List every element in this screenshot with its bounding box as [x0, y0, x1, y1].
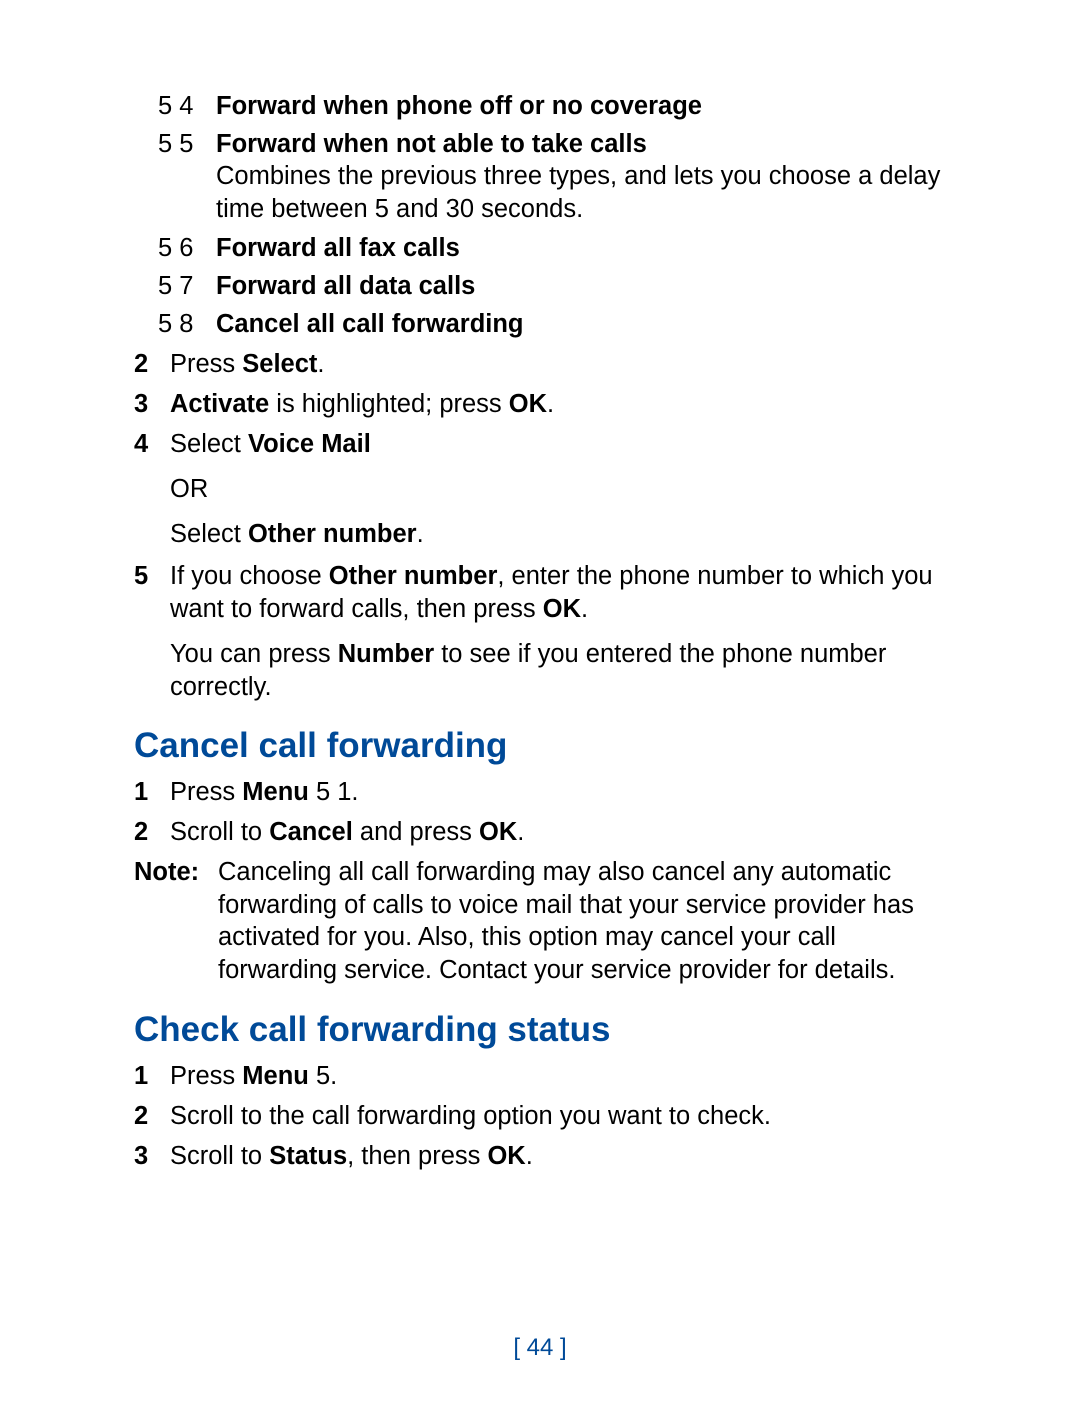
note-label: Note:	[134, 856, 174, 889]
manual-page: 5 4 Forward when phone off or no coverag…	[0, 0, 1080, 1412]
step-number: 1	[134, 776, 174, 809]
menu-item-title: Forward all data calls	[216, 270, 952, 303]
section-heading-check-status: Check call forwarding status	[134, 1008, 611, 1053]
step-text: Scroll to Status, then press OK.	[170, 1140, 952, 1173]
step-text: Select Voice Mail	[170, 428, 952, 461]
step-text: If you choose Other number, enter the ph…	[170, 560, 952, 625]
step-number: 2	[134, 348, 174, 381]
step-number: 3	[134, 388, 174, 421]
step-text: Select Other number.	[170, 518, 952, 551]
step-text: Press Menu 5.	[170, 1060, 952, 1093]
menu-item-title: Forward when phone off or no coverage	[216, 90, 952, 123]
step-number: 1	[134, 1060, 174, 1093]
section-heading-cancel: Cancel call forwarding	[134, 724, 507, 769]
step-text: Scroll to the call forwarding option you…	[170, 1100, 952, 1133]
menu-code: 5 4	[158, 90, 210, 123]
page-number: [ 44 ]	[0, 1333, 1080, 1364]
step-text: Press Select.	[170, 348, 952, 381]
step-number: 3	[134, 1140, 174, 1173]
step-text-or: OR	[170, 473, 952, 506]
menu-item-title: Forward all fax calls	[216, 232, 952, 265]
step-number: 4	[134, 428, 174, 461]
menu-code: 5 5	[158, 128, 210, 161]
step-text: Press Menu 5 1.	[170, 776, 952, 809]
step-text: Scroll to Cancel and press OK.	[170, 816, 952, 849]
menu-item-title: Forward when not able to take calls	[216, 128, 952, 161]
menu-code: 5 6	[158, 232, 210, 265]
step-text: You can press Number to see if you enter…	[170, 638, 952, 703]
step-number: 5	[134, 560, 174, 593]
menu-item-title: Cancel all call forwarding	[216, 308, 952, 341]
note-body: Canceling all call forwarding may also c…	[218, 856, 952, 987]
step-number: 2	[134, 816, 174, 849]
menu-code: 5 8	[158, 308, 210, 341]
step-number: 2	[134, 1100, 174, 1133]
step-text: Activate is highlighted; press OK.	[170, 388, 952, 421]
menu-code: 5 7	[158, 270, 210, 303]
menu-item-desc: Combines the previous three types, and l…	[216, 160, 952, 225]
